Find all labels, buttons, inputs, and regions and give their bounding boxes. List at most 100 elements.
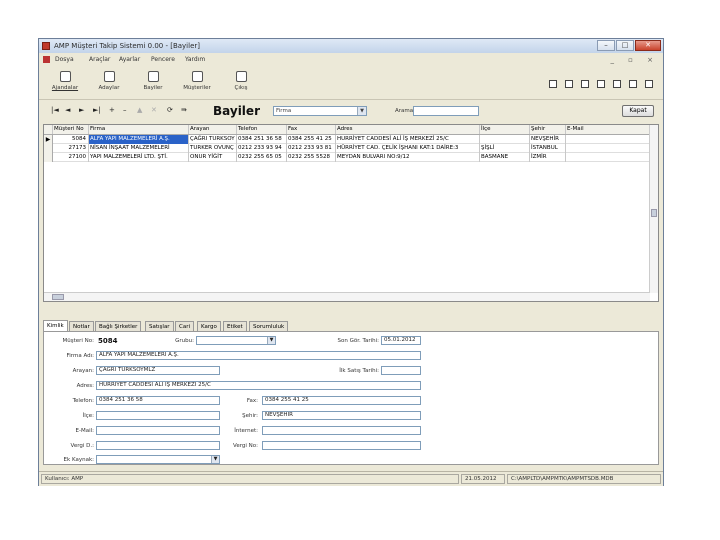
son-gorusme-field[interactable]: 05.01.2012 — [381, 336, 421, 345]
tab-etiket[interactable]: Etiket — [223, 321, 247, 331]
cell-musteri-no[interactable]: 27100 — [53, 153, 89, 162]
menu-ayarlar[interactable]: Ayarlar — [119, 56, 140, 63]
table-row[interactable]: 27100 YAPI MALZEMELERİ LTD. ŞTİ. ONUR Yİ… — [44, 153, 658, 162]
toolbar-musteriler-button[interactable]: Müşteriler — [177, 71, 217, 91]
col-adres[interactable]: Adres — [336, 125, 480, 134]
cell-musteri-no[interactable]: 27173 — [53, 144, 89, 153]
tab-kimlik[interactable]: Kimlik — [43, 320, 68, 331]
cell-sehir[interactable]: İZMİR — [530, 153, 566, 162]
menu-pencere[interactable]: Pencere — [151, 56, 175, 63]
nav-next-button[interactable]: ► — [79, 106, 84, 114]
tab-notlar[interactable]: Notlar — [69, 321, 94, 331]
toolbar-cikis-button[interactable]: Çıkış — [221, 71, 261, 91]
cell-telefon[interactable]: 0384 251 36 58 — [237, 135, 287, 144]
nav-cancel-button[interactable]: ✕ — [151, 106, 157, 114]
menu-dosya[interactable]: Dosya — [55, 56, 74, 63]
toolbar-ajandalar-button[interactable]: Ajandalar — [45, 71, 85, 91]
print-icon[interactable] — [581, 80, 589, 88]
cell-arayan[interactable]: ÇAĞRI TURKSOY — [189, 135, 237, 144]
maximize-button[interactable]: □ — [616, 40, 634, 51]
tab-sorumluluk[interactable]: Sorumluluk — [249, 321, 289, 331]
cell-ilce[interactable]: BASMANE — [480, 153, 530, 162]
arayan-field[interactable]: ÇAĞRI TURKSOYMLZ — [96, 366, 220, 375]
email-field[interactable] — [96, 426, 220, 435]
tab-satislar[interactable]: Satışlar — [145, 321, 174, 331]
tab-kargo[interactable]: Kargo — [197, 321, 221, 331]
sehir-field[interactable]: NEVŞEHİR — [262, 411, 421, 420]
grubu-select[interactable]: ▼ — [196, 336, 276, 345]
calculator-icon[interactable] — [645, 80, 653, 88]
phone-icon[interactable] — [613, 80, 621, 88]
cell-arayan[interactable]: ONUR YİĞİT — [189, 153, 237, 162]
col-ilce[interactable]: İlçe — [480, 125, 530, 134]
report-icon[interactable] — [565, 80, 573, 88]
scrollbar-thumb[interactable] — [52, 294, 64, 300]
col-fax[interactable]: Fax — [287, 125, 336, 134]
cell-sehir[interactable]: NEVŞEHİR — [530, 135, 566, 144]
nav-insert-button[interactable]: + — [109, 106, 115, 114]
adres-field[interactable]: HURRİYET CADDESİ ALİ İŞ MERKEZİ 25/C — [96, 381, 421, 390]
cell-arayan[interactable]: TURKER OVUNÇ — [189, 144, 237, 153]
cell-adres[interactable]: HURRİYET CADDESİ ALİ İŞ MERKEZİ 25/C — [336, 135, 480, 144]
nav-goto-button[interactable]: ⇛ — [181, 106, 187, 114]
cell-email[interactable] — [566, 144, 650, 153]
nav-first-button[interactable]: |◄ — [51, 106, 59, 114]
filter-field-select[interactable]: Firma ▼ — [273, 106, 367, 116]
cell-fax[interactable]: 0212 233 93 81 — [287, 144, 336, 153]
col-sehir[interactable]: Şehir — [530, 125, 566, 134]
cell-adres[interactable]: MEYDAN BULVARI NO:9/12 — [336, 153, 480, 162]
search-input[interactable] — [413, 106, 479, 116]
folder-icon[interactable] — [629, 80, 637, 88]
nav-last-button[interactable]: ►| — [93, 106, 101, 114]
nav-refresh-button[interactable]: ⟳ — [167, 106, 173, 114]
cell-musteri-no[interactable]: 5084 — [53, 135, 89, 144]
menu-araclar[interactable]: Araçlar — [89, 56, 110, 63]
fax-field[interactable]: 0384 255 41 25 — [262, 396, 421, 405]
toolbar-bayiler-button[interactable]: Bayiler — [133, 71, 173, 91]
col-firma[interactable]: Firma — [89, 125, 189, 134]
vergi-d-field[interactable] — [96, 441, 220, 450]
cell-firma[interactable]: NİSAN İNŞAAT MALZEMELERİ — [89, 144, 189, 153]
mdi-child-icon[interactable] — [43, 56, 50, 63]
ek-kaynak-select[interactable]: ▼ — [96, 455, 220, 464]
settings-icon[interactable] — [549, 80, 557, 88]
close-button[interactable]: ✕ — [635, 40, 661, 51]
nav-post-button[interactable]: ▲ — [137, 106, 142, 114]
ilce-field[interactable] — [96, 411, 220, 420]
ilk-satis-field[interactable] — [381, 366, 421, 375]
toolbar-adaylar-button[interactable]: Adaylar — [89, 71, 129, 91]
bulb-icon[interactable] — [597, 80, 605, 88]
cell-fax[interactable]: 0232 255 5528 — [287, 153, 336, 162]
close-form-button[interactable]: Kapat — [622, 105, 654, 117]
col-arayan[interactable]: Arayan — [189, 125, 237, 134]
tab-bagli-sirketler[interactable]: Bağlı Şirketler — [95, 321, 142, 331]
cell-email[interactable] — [566, 135, 650, 144]
dealers-grid[interactable]: Müşteri No Firma Arayan Telefon Fax Adre… — [43, 124, 659, 302]
menu-yardim[interactable]: Yardım — [185, 56, 205, 63]
firma-adi-field[interactable]: ALFA YAPI MALZEMELERİ A.Ş. — [96, 351, 421, 360]
cell-ilce[interactable] — [480, 135, 530, 144]
cell-telefon[interactable]: 0212 233 93 94 — [237, 144, 287, 153]
cell-email[interactable] — [566, 153, 650, 162]
col-musteri-no[interactable]: Müşteri No — [53, 125, 89, 134]
cell-firma[interactable]: YAPI MALZEMELERİ LTD. ŞTİ. — [89, 153, 189, 162]
nav-delete-button[interactable]: – — [123, 106, 127, 114]
cell-telefon[interactable]: 0232 255 65 05 — [237, 153, 287, 162]
grid-horizontal-scrollbar[interactable] — [44, 292, 650, 301]
table-row[interactable]: 27173 NİSAN İNŞAAT MALZEMELERİ TURKER OV… — [44, 144, 658, 153]
minimize-button[interactable]: – — [597, 40, 615, 51]
internet-field[interactable] — [262, 426, 421, 435]
table-row[interactable]: ▶ 5084 ALFA YAPI MALZEMELERİ A.Ş. ÇAĞRI … — [44, 135, 658, 144]
cell-adres[interactable]: HÜRRİYET CAD. ÇELİK İŞHANI KAT:1 DAİRE:3 — [336, 144, 480, 153]
grid-vertical-scrollbar[interactable] — [649, 125, 658, 293]
telefon-field[interactable]: 0384 251 36 58 — [96, 396, 220, 405]
mdi-window-buttons[interactable]: _ ▫ × — [610, 56, 659, 64]
col-email[interactable]: E-Mail — [566, 125, 650, 134]
cell-firma[interactable]: ALFA YAPI MALZEMELERİ A.Ş. — [89, 135, 189, 144]
tab-cari[interactable]: Cari — [175, 321, 194, 331]
cell-ilce[interactable]: ŞİŞLİ — [480, 144, 530, 153]
cell-fax[interactable]: 0384 255 41 25 — [287, 135, 336, 144]
nav-prior-button[interactable]: ◄ — [65, 106, 70, 114]
scrollbar-thumb[interactable] — [651, 209, 657, 217]
cell-sehir[interactable]: İSTANBUL — [530, 144, 566, 153]
